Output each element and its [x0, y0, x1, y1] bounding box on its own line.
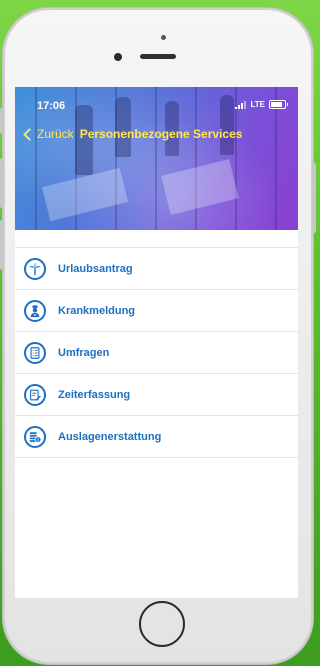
nurse-icon: [24, 299, 46, 322]
back-label: Zurück: [37, 127, 74, 141]
list-item-umfragen[interactable]: Umfragen: [15, 332, 298, 374]
home-button[interactable]: [139, 601, 185, 647]
volume-down-button: [0, 220, 4, 270]
front-camera: [114, 53, 122, 61]
list-item-label: Auslagenerstattung: [58, 430, 162, 443]
back-button[interactable]: Zurück: [23, 127, 74, 141]
timesheet-icon: [24, 383, 46, 406]
header-banner: 17:06 LTE Zurück Personenbezogene Servic…: [15, 87, 298, 230]
volume-up-button: [0, 158, 4, 208]
app-screen: 17:06 LTE Zurück Personenbezogene Servic…: [15, 87, 298, 598]
page-title: Personenbezogene Services: [79, 127, 243, 141]
list-item-label: Krankmeldung: [58, 304, 136, 317]
list-item-krankmeldung[interactable]: Krankmeldung: [15, 290, 298, 332]
palm-tree-icon: [24, 257, 46, 280]
earpiece-speaker: [140, 54, 176, 59]
list-item-zeiterfassung[interactable]: Zeiterfassung: [15, 374, 298, 416]
navigation-bar: Zurück Personenbezogene Services: [23, 125, 290, 143]
expense-icon: [24, 425, 46, 448]
services-list: Urlaubsantrag Krankmeldung Umfragen Zeit…: [15, 247, 298, 458]
list-item-auslagenerstattung[interactable]: Auslagenerstattung: [15, 416, 298, 458]
battery-icon: [269, 100, 288, 109]
power-button: [312, 163, 316, 233]
list-item-label: Urlaubsantrag: [58, 262, 133, 275]
mute-switch: [0, 108, 4, 134]
signal-icon: [235, 100, 247, 109]
status-time: 17:06: [37, 100, 66, 112]
proximity-sensor: [161, 35, 166, 40]
list-item-label: Zeiterfassung: [58, 388, 131, 401]
chevron-left-icon: [23, 128, 36, 141]
list-item-label: Umfragen: [58, 346, 110, 359]
list-item-urlaubsantrag[interactable]: Urlaubsantrag: [15, 248, 298, 290]
network-type: LTE: [250, 100, 265, 109]
status-indicators: LTE: [235, 100, 288, 109]
survey-icon: [24, 341, 46, 364]
status-bar: 17:06 LTE: [37, 100, 288, 114]
